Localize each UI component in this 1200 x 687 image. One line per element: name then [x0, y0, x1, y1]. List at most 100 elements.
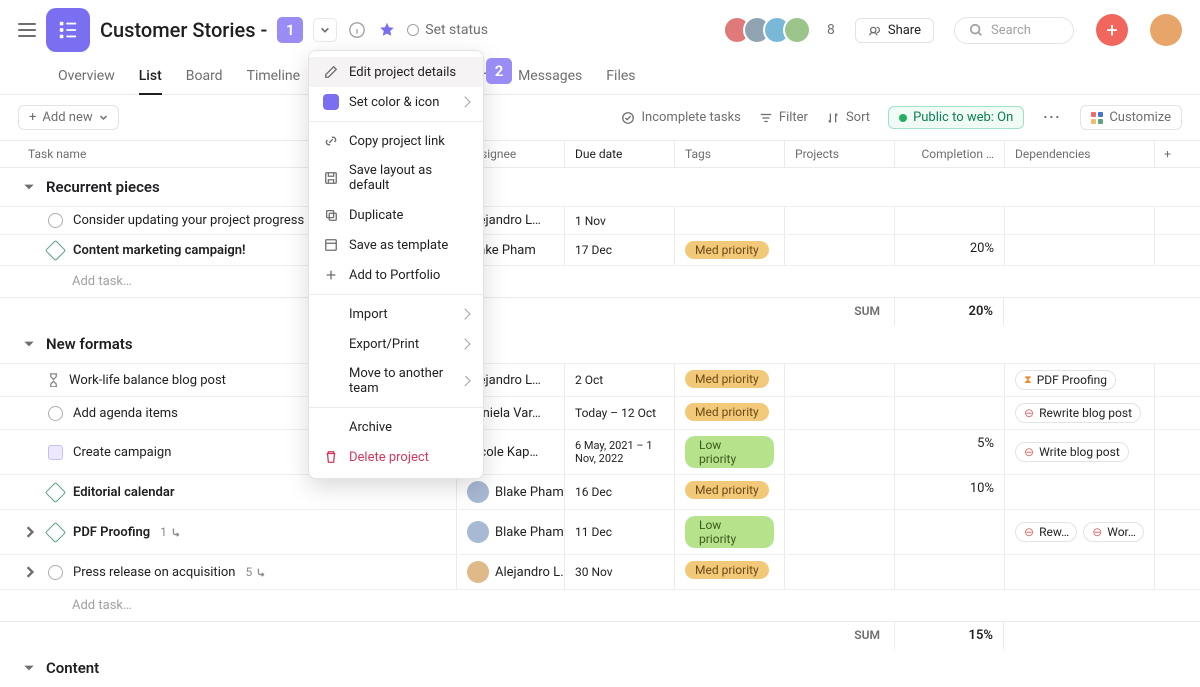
- tab-messages[interactable]: Messages: [518, 60, 582, 94]
- section-title: New formats: [46, 335, 133, 353]
- customize-button[interactable]: Customize: [1080, 105, 1182, 130]
- tag-pill[interactable]: Med priority: [685, 481, 769, 499]
- add-task-input[interactable]: Add task…: [0, 590, 142, 621]
- global-add-button[interactable]: +: [1096, 14, 1128, 46]
- complete-icon[interactable]: [48, 213, 63, 228]
- menu-save-layout[interactable]: Save layout as default: [309, 156, 483, 200]
- col-projects[interactable]: Projects: [784, 141, 894, 167]
- menu-export[interactable]: Export/Print: [309, 329, 483, 359]
- project-tabs: Overview List Board Timeline Calendar Wo…: [0, 60, 1200, 95]
- section-header[interactable]: New formats: [0, 325, 1200, 363]
- assignee-cell[interactable]: Blake Pham: [456, 510, 564, 554]
- tab-files[interactable]: Files: [606, 60, 635, 94]
- menu-add-portfolio[interactable]: Add to Portfolio: [309, 260, 483, 290]
- dependency-chip[interactable]: ⧗PDF Proofing: [1015, 370, 1116, 390]
- collapse-icon[interactable]: [22, 661, 36, 675]
- tag-pill[interactable]: Low priority: [685, 436, 774, 468]
- dependency-chip[interactable]: ⊖Wor…: [1083, 522, 1144, 542]
- chevron-right-icon: [459, 308, 470, 319]
- dependency-chip[interactable]: ⊖Rew…: [1015, 522, 1077, 542]
- completion-cell[interactable]: 10%: [894, 475, 1004, 509]
- task-row[interactable]: Work-life balance blog post Alejandro L……: [0, 363, 1200, 396]
- collapse-icon[interactable]: [22, 337, 36, 351]
- assignee-cell[interactable]: Alejandro L…: [456, 555, 564, 589]
- tag-pill[interactable]: Med priority: [685, 370, 769, 388]
- complete-icon[interactable]: [48, 565, 63, 580]
- due-cell[interactable]: 30 Nov: [564, 555, 674, 589]
- star-icon[interactable]: [377, 20, 397, 40]
- menu-set-color[interactable]: Set color & icon: [309, 87, 483, 117]
- milestone-icon[interactable]: [45, 239, 66, 260]
- project-actions-dropdown[interactable]: [313, 18, 337, 42]
- menu-move-team[interactable]: Move to another team: [309, 359, 483, 403]
- section-header[interactable]: Content: [0, 649, 1200, 687]
- col-tags[interactable]: Tags: [674, 141, 784, 167]
- task-row[interactable]: Content marketing campaign! Blake Pham 1…: [0, 234, 1200, 265]
- completion-cell[interactable]: 5%: [894, 430, 1004, 474]
- set-status-button[interactable]: Set status: [407, 22, 488, 38]
- tab-board[interactable]: Board: [186, 60, 223, 94]
- task-row[interactable]: Add agenda items Daniela Var… Today – 12…: [0, 396, 1200, 429]
- tag-pill[interactable]: Med priority: [685, 403, 769, 421]
- menu-icon[interactable]: [18, 23, 36, 37]
- menu-duplicate[interactable]: Duplicate: [309, 200, 483, 230]
- sort-button[interactable]: Sort: [826, 110, 870, 125]
- approval-icon[interactable]: [48, 445, 63, 460]
- due-cell[interactable]: 16 Dec: [564, 475, 674, 509]
- col-completion[interactable]: Completion …: [894, 141, 1004, 167]
- member-avatars[interactable]: [723, 16, 811, 44]
- dependency-chip[interactable]: ⊖Write blog post: [1015, 442, 1129, 462]
- section-header[interactable]: Recurrent pieces: [0, 168, 1200, 206]
- menu-import[interactable]: Import: [309, 299, 483, 329]
- milestone-icon[interactable]: [45, 521, 66, 542]
- blocked-icon: ⊖: [1092, 525, 1102, 539]
- task-row[interactable]: PDF Proofing1 Blake Pham 11 Dec Low prio…: [0, 509, 1200, 554]
- complete-icon[interactable]: [48, 406, 63, 421]
- expand-icon[interactable]: [24, 526, 36, 538]
- task-row[interactable]: Consider updating your project progress …: [0, 206, 1200, 234]
- col-dependencies[interactable]: Dependencies: [1004, 141, 1154, 167]
- task-row[interactable]: Press release on acquisition5 Alejandro …: [0, 554, 1200, 589]
- due-cell[interactable]: 17 Dec: [564, 235, 674, 265]
- dependency-chip[interactable]: ⊖Rewrite blog post: [1015, 403, 1141, 423]
- add-task-input[interactable]: Add task…: [0, 266, 142, 297]
- tab-list[interactable]: List: [139, 60, 162, 94]
- milestone-icon[interactable]: [45, 481, 66, 502]
- col-due-date[interactable]: Due date: [564, 141, 674, 167]
- due-cell[interactable]: 6 May, 2021 – 1 Nov, 2022: [564, 430, 674, 474]
- user-avatar[interactable]: [1150, 14, 1182, 46]
- menu-delete-project[interactable]: Delete project: [309, 442, 483, 472]
- project-icon: [46, 8, 90, 52]
- menu-copy-link[interactable]: Copy project link: [309, 126, 483, 156]
- chevron-right-icon: [459, 338, 470, 349]
- due-cell[interactable]: 1 Nov: [564, 207, 674, 234]
- tag-pill[interactable]: Med priority: [685, 241, 769, 259]
- more-actions-icon[interactable]: ⋯: [1042, 107, 1062, 128]
- search-input[interactable]: Search: [954, 17, 1074, 44]
- collapse-icon[interactable]: [22, 180, 36, 194]
- tag-pill[interactable]: Med priority: [685, 561, 769, 579]
- menu-save-template[interactable]: Save as template: [309, 230, 483, 260]
- menu-archive[interactable]: Archive: [309, 412, 483, 442]
- info-icon[interactable]: [347, 20, 367, 40]
- add-new-button[interactable]: + Add new: [18, 105, 119, 130]
- task-row[interactable]: Create campaign Nicole Kap… 6 May, 2021 …: [0, 429, 1200, 474]
- tab-overview[interactable]: Overview: [58, 60, 115, 94]
- public-to-web-pill[interactable]: Public to web: On: [888, 106, 1024, 129]
- add-column-button[interactable]: +: [1154, 141, 1180, 167]
- share-button[interactable]: Share: [855, 18, 934, 43]
- completion-cell[interactable]: 20%: [894, 235, 1004, 265]
- incomplete-tasks-filter[interactable]: Incomplete tasks: [621, 110, 740, 125]
- due-cell[interactable]: 2 Oct: [564, 364, 674, 396]
- due-cell[interactable]: Today – 12 Oct: [564, 397, 674, 429]
- project-title[interactable]: Customer Stories -: [100, 18, 267, 42]
- expand-icon[interactable]: [24, 566, 36, 578]
- task-row[interactable]: Editorial calendar Blake Pham 16 Dec Med…: [0, 474, 1200, 509]
- assignee-cell[interactable]: Blake Pham: [456, 475, 564, 509]
- tag-pill[interactable]: Low priority: [685, 516, 774, 548]
- filter-button[interactable]: Filter: [759, 110, 808, 125]
- due-cell[interactable]: 11 Dec: [564, 510, 674, 554]
- tab-timeline[interactable]: Timeline: [247, 60, 300, 94]
- annotation-badge-1: 1: [277, 17, 303, 43]
- menu-edit-details[interactable]: Edit project details: [309, 57, 483, 87]
